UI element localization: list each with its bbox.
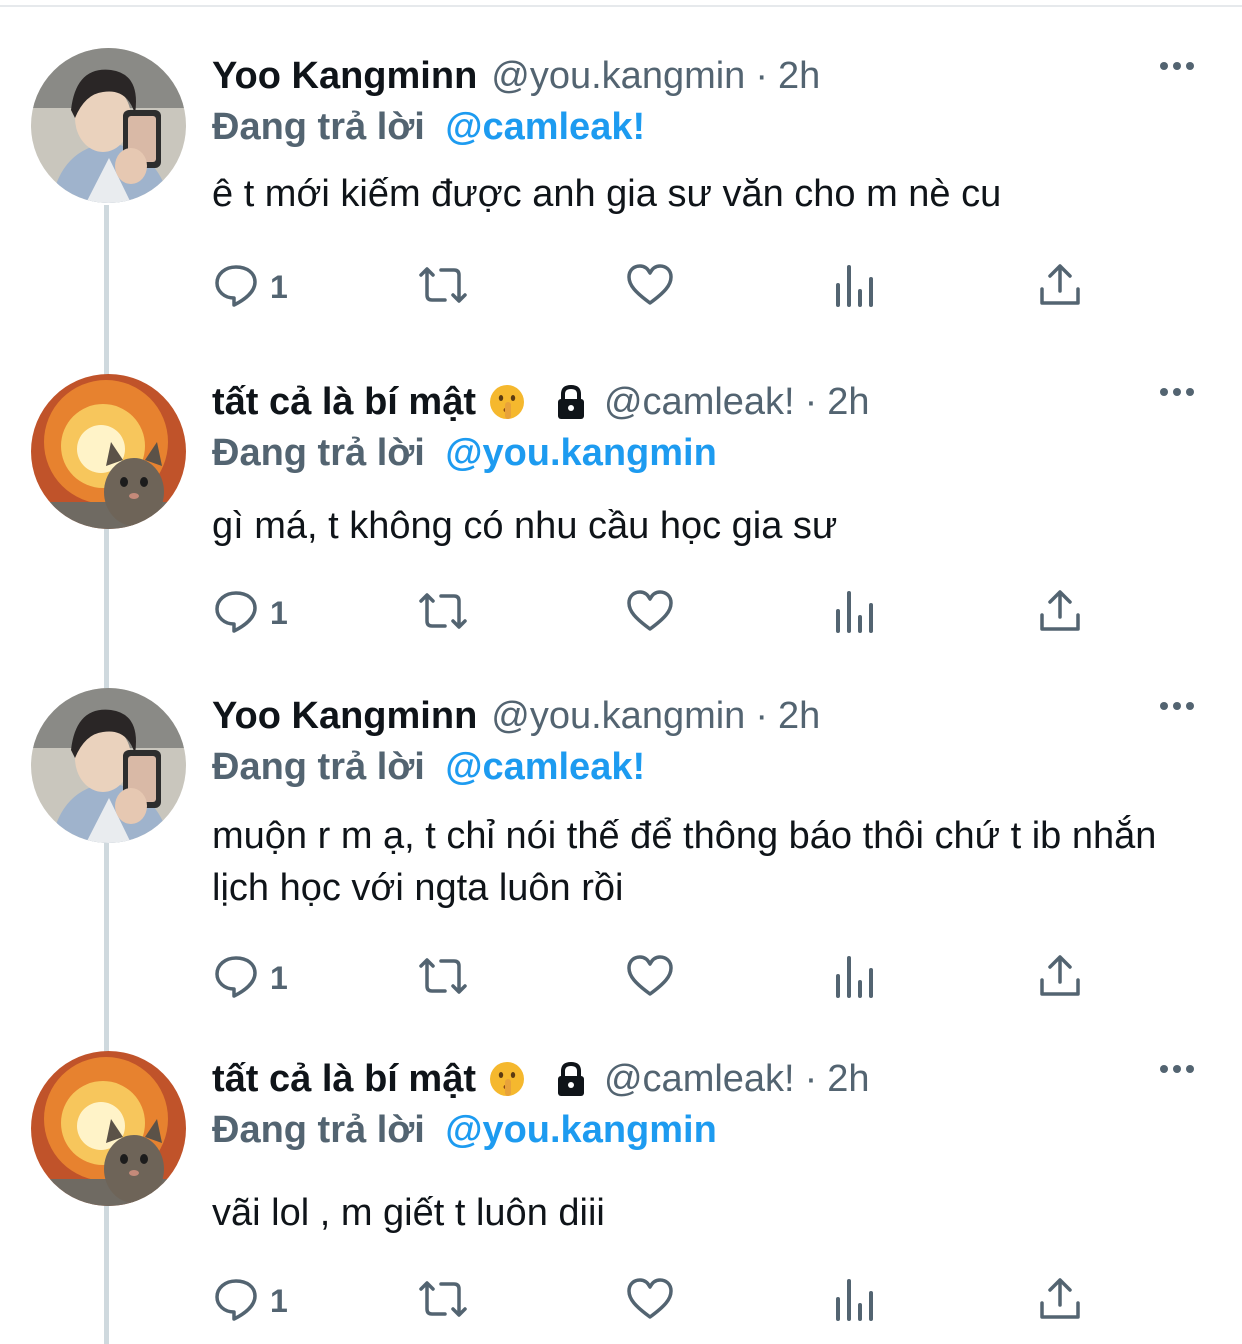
tweet-header: tất cả là bí mật @camleak! · 2h	[212, 374, 870, 430]
analytics-icon	[832, 261, 878, 314]
share-icon	[1037, 952, 1083, 1005]
display-name[interactable]: Yoo Kangminn	[212, 695, 477, 738]
reply-button[interactable]: 1	[212, 952, 288, 1005]
reply-count: 1	[270, 595, 288, 631]
reply-button[interactable]: 1	[212, 1275, 288, 1328]
avatar[interactable]	[31, 1051, 186, 1206]
retweet-button[interactable]	[415, 261, 471, 314]
more-icon[interactable]	[1160, 62, 1194, 70]
share-button[interactable]	[1037, 587, 1083, 640]
replying-to: Đang trả lời @you.kangmin	[212, 428, 717, 478]
reply-icon	[212, 952, 260, 1005]
share-icon	[1037, 1275, 1083, 1328]
reply-count: 1	[270, 1283, 288, 1319]
retweet-button[interactable]	[415, 952, 471, 1005]
shushing-emoji	[488, 383, 526, 421]
display-name[interactable]: Yoo Kangminn	[212, 55, 477, 98]
separator-dot: ·	[755, 694, 768, 737]
like-button[interactable]	[625, 1275, 675, 1328]
replying-to-label: Đang trả lời	[212, 106, 425, 148]
display-name[interactable]: tất cả là bí mật	[212, 1058, 476, 1101]
like-icon	[625, 1275, 675, 1328]
replying-to: Đang trả lời @you.kangmin	[212, 1105, 717, 1155]
reply-button[interactable]: 1	[212, 587, 288, 640]
tweet-text: gì má, t không có nhu cầu học gia sư	[212, 505, 838, 547]
action-bar: 1	[212, 952, 1112, 1002]
share-button[interactable]	[1037, 952, 1083, 1005]
timestamp[interactable]: 2h	[827, 381, 869, 424]
replying-to-label: Đang trả lời	[212, 432, 425, 474]
like-icon	[625, 587, 675, 640]
replying-to-label: Đang trả lời	[212, 746, 425, 788]
reply-count: 1	[270, 960, 288, 996]
analytics-button[interactable]	[832, 952, 878, 1005]
more-icon[interactable]	[1160, 388, 1194, 396]
replying-to-handle[interactable]: @you.kangmin	[445, 432, 716, 474]
share-button[interactable]	[1037, 261, 1083, 314]
like-button[interactable]	[625, 587, 675, 640]
avatar[interactable]	[31, 374, 186, 529]
tweet-header: Yoo Kangminn @you.kangmin · 2h	[212, 688, 820, 744]
retweet-button[interactable]	[415, 587, 471, 640]
user-handle[interactable]: @camleak!	[604, 381, 795, 424]
shushing-emoji	[488, 1060, 526, 1098]
replying-to: Đang trả lời @camleak!	[212, 742, 645, 792]
lock-icon	[552, 383, 590, 421]
analytics-icon	[832, 952, 878, 1005]
reply-icon	[212, 261, 260, 314]
reply-count: 1	[270, 269, 288, 305]
replying-to-handle[interactable]: @camleak!	[445, 746, 645, 788]
top-divider	[0, 5, 1242, 7]
avatar[interactable]	[31, 48, 186, 203]
share-icon	[1037, 261, 1083, 314]
retweet-button[interactable]	[415, 1275, 471, 1328]
like-button[interactable]	[625, 952, 675, 1005]
share-icon	[1037, 587, 1083, 640]
share-button[interactable]	[1037, 1275, 1083, 1328]
tweet-text: vãi lol , m giết t luôn diii	[212, 1192, 605, 1234]
tweet-header: tất cả là bí mật @camleak! · 2h	[212, 1051, 870, 1107]
replying-to-handle[interactable]: @you.kangmin	[445, 1109, 716, 1151]
analytics-icon	[832, 587, 878, 640]
reply-icon	[212, 1275, 260, 1328]
analytics-icon	[832, 1275, 878, 1328]
action-bar: 1	[212, 587, 1112, 637]
retweet-icon	[415, 261, 471, 314]
user-handle[interactable]: @camleak!	[604, 1058, 795, 1101]
tweet-text: ê t mới kiếm được anh gia sư văn cho m n…	[212, 173, 1002, 215]
retweet-icon	[415, 587, 471, 640]
analytics-button[interactable]	[832, 587, 878, 640]
more-icon[interactable]	[1160, 1065, 1194, 1073]
timestamp[interactable]: 2h	[827, 1058, 869, 1101]
timestamp[interactable]: 2h	[778, 55, 820, 98]
replying-to-handle[interactable]: @camleak!	[445, 106, 645, 148]
retweet-icon	[415, 952, 471, 1005]
analytics-button[interactable]	[832, 1275, 878, 1328]
action-bar: 1	[212, 1275, 1112, 1325]
replying-to-label: Đang trả lời	[212, 1109, 425, 1151]
display-name[interactable]: tất cả là bí mật	[212, 381, 476, 424]
separator-dot: ·	[755, 54, 768, 97]
user-handle[interactable]: @you.kangmin	[491, 55, 745, 98]
more-icon[interactable]	[1160, 702, 1194, 710]
replying-to: Đang trả lời @camleak!	[212, 102, 645, 152]
like-icon	[625, 952, 675, 1005]
retweet-icon	[415, 1275, 471, 1328]
timestamp[interactable]: 2h	[778, 695, 820, 738]
lock-icon	[552, 1060, 590, 1098]
tweet-text: muộn r m ạ, t chỉ nói thế để thông báo t…	[212, 815, 1157, 909]
like-icon	[625, 261, 675, 314]
reply-icon	[212, 587, 260, 640]
reply-button[interactable]: 1	[212, 261, 288, 314]
analytics-button[interactable]	[832, 261, 878, 314]
like-button[interactable]	[625, 261, 675, 314]
action-bar: 1	[212, 261, 1112, 311]
separator-dot: ·	[804, 1057, 818, 1100]
avatar[interactable]	[31, 688, 186, 843]
user-handle[interactable]: @you.kangmin	[491, 695, 745, 738]
tweet-header: Yoo Kangminn @you.kangmin · 2h	[212, 48, 820, 104]
separator-dot: ·	[804, 380, 818, 423]
